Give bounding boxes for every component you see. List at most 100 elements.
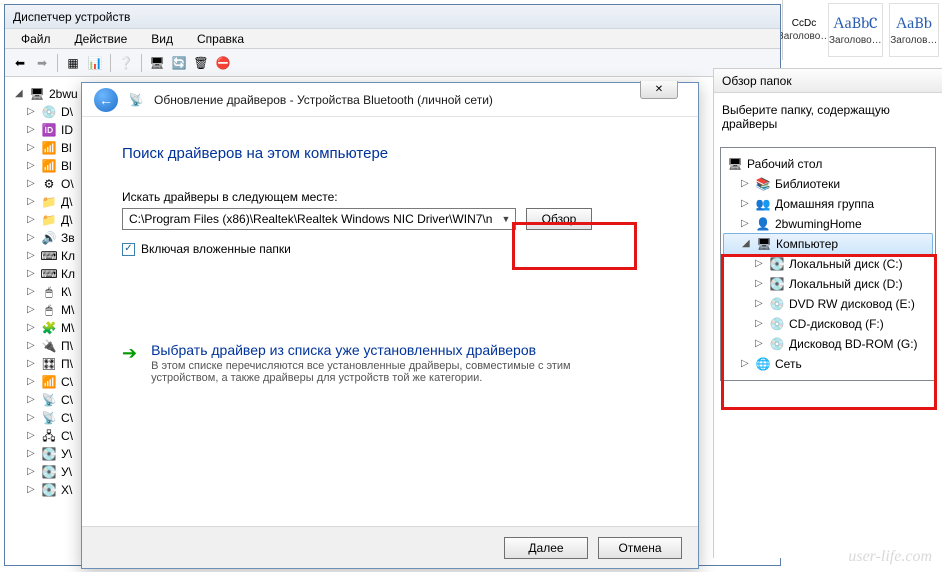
expand-icon[interactable]: ▷ — [755, 294, 765, 314]
expand-icon[interactable]: ▷ — [27, 283, 37, 301]
expand-icon[interactable]: ▷ — [27, 337, 37, 355]
folder-homegroup[interactable]: ▷👥Домашняя группа — [723, 194, 933, 214]
expand-icon[interactable]: ▷ — [27, 355, 37, 373]
expand-icon[interactable]: ▷ — [27, 373, 37, 391]
toolbar-separator — [57, 54, 58, 72]
toolbar-scan-icon[interactable]: 🖥 — [148, 54, 166, 72]
device-category-icon: 📶 — [41, 140, 57, 156]
tree-node-label: O\ — [61, 175, 74, 193]
expand-icon[interactable]: ▷ — [27, 463, 37, 481]
expand-icon[interactable]: ▷ — [27, 103, 37, 121]
back-button[interactable]: ← — [94, 88, 118, 112]
expand-icon[interactable]: ▷ — [27, 157, 37, 175]
expand-icon[interactable]: ▷ — [741, 174, 751, 194]
device-category-icon: ⌨ — [41, 266, 57, 282]
style-cell-quote[interactable]: CcDc Заголово… — [783, 0, 825, 60]
arrow-right-icon: ➔ — [122, 343, 137, 384]
expand-icon[interactable]: ▷ — [27, 139, 37, 157]
toolbar-forward-icon[interactable]: ➡ — [33, 54, 51, 72]
device-category-icon: 📶 — [41, 374, 57, 390]
tree-root-label: 2bwu — [49, 85, 78, 103]
menu-help[interactable]: Справка — [187, 30, 254, 48]
style-cell-heading1[interactable]: АаBbC Заголово… — [828, 3, 883, 57]
collapse-icon[interactable]: ◢ — [742, 234, 752, 254]
checkbox-checked-icon[interactable]: ✓ — [122, 243, 135, 256]
device-category-icon: 💽 — [41, 464, 57, 480]
close-button[interactable]: ✕ — [640, 81, 678, 99]
expand-icon[interactable]: ▷ — [27, 229, 37, 247]
pick-from-list-link[interactable]: ➔ Выбрать драйвер из списка уже установл… — [122, 342, 658, 384]
folder-dvd-rw[interactable]: ▷💿DVD RW дисковод (E:) — [723, 294, 933, 314]
menu-action[interactable]: Действие — [65, 30, 138, 48]
tree-node-label: С\ — [61, 409, 73, 427]
menu-view[interactable]: Вид — [141, 30, 183, 48]
chevron-down-icon[interactable]: ▼ — [499, 211, 513, 227]
folder-libraries[interactable]: ▷📚Библиотеки — [723, 174, 933, 194]
folder-disk-d[interactable]: ▷💽Локальный диск (D:) — [723, 274, 933, 294]
toolbar-update-icon[interactable]: 🔄 — [170, 54, 188, 72]
toolbar-help-icon[interactable]: ❔ — [117, 54, 135, 72]
folder-network[interactable]: ▷🌐Сеть — [723, 354, 933, 374]
next-button[interactable]: Далее — [504, 537, 588, 559]
device-category-icon: ⚙ — [41, 176, 57, 192]
device-category-icon: 📁 — [41, 194, 57, 210]
expand-icon[interactable]: ▷ — [27, 427, 37, 445]
style-label: Заголов… — [890, 35, 937, 46]
expand-icon[interactable]: ▷ — [27, 193, 37, 211]
browse-button[interactable]: Обзор — [526, 208, 592, 230]
window-titlebar[interactable]: Диспетчер устройств — [5, 5, 780, 29]
folder-user[interactable]: ▷👤2bwumingHome — [723, 214, 933, 234]
expand-icon[interactable]: ▷ — [27, 481, 37, 499]
expand-icon[interactable]: ▷ — [755, 254, 765, 274]
include-subfolders-label: Включая вложенные папки — [141, 242, 291, 256]
toolbar-back-icon[interactable]: ⬅ — [11, 54, 29, 72]
dialog-title: Обновление драйверов - Устройства Blueto… — [154, 93, 493, 107]
device-category-icon: 💽 — [41, 446, 57, 462]
folder-label: Рабочий стол — [747, 154, 822, 174]
expand-icon[interactable]: ▷ — [27, 211, 37, 229]
expand-icon[interactable]: ▷ — [27, 445, 37, 463]
expand-icon[interactable]: ▷ — [27, 247, 37, 265]
drive-icon: 💽 — [769, 256, 785, 272]
folder-label: Дисковод BD-ROM (G:) — [789, 334, 918, 354]
expand-icon[interactable]: ▷ — [27, 301, 37, 319]
folder-bd[interactable]: ▷💿Дисковод BD-ROM (G:) — [723, 334, 933, 354]
folder-desktop[interactable]: 🖥Рабочий стол — [723, 154, 933, 174]
expand-icon[interactable]: ▷ — [755, 274, 765, 294]
expand-icon[interactable]: ▷ — [741, 214, 751, 234]
device-category-icon: 🖧 — [41, 428, 57, 444]
toolbar-uninstall-icon[interactable]: 🗑 — [192, 54, 210, 72]
tree-node-label: С\ — [61, 391, 73, 409]
expand-icon[interactable]: ▷ — [741, 354, 751, 374]
expand-icon[interactable]: ▷ — [755, 334, 765, 354]
expand-icon[interactable]: ▷ — [27, 319, 37, 337]
pick-from-list-title: Выбрать драйвер из списка уже установлен… — [151, 342, 631, 358]
expand-icon[interactable]: ▷ — [27, 391, 37, 409]
cancel-button[interactable]: Отмена — [598, 537, 682, 559]
path-combobox[interactable]: C:\Program Files (x86)\Realtek\Realtek W… — [122, 208, 516, 230]
tree-node-label: Д\ — [61, 193, 72, 211]
toolbar-show-hidden-icon[interactable]: ▦ — [64, 54, 82, 72]
toolbar-view-icon[interactable]: 📊 — [86, 54, 104, 72]
folder-computer[interactable]: ◢🖥Компьютер — [723, 233, 933, 255]
folder-cd[interactable]: ▷💿CD-дисковод (F:) — [723, 314, 933, 334]
folder-label: Локальный диск (C:) — [789, 254, 903, 274]
include-subfolders-row[interactable]: ✓ Включая вложенные папки — [122, 242, 658, 256]
path-row: C:\Program Files (x86)\Realtek\Realtek W… — [122, 208, 658, 230]
collapse-icon[interactable]: ◢ — [15, 85, 25, 103]
folder-disk-c[interactable]: ▷💽Локальный диск (C:) — [723, 254, 933, 274]
device-category-icon: 📁 — [41, 212, 57, 228]
expand-icon[interactable]: ▷ — [27, 175, 37, 193]
optical-drive-icon: 💿 — [769, 316, 785, 332]
folder-tree[interactable]: 🖥Рабочий стол ▷📚Библиотеки ▷👥Домашняя гр… — [720, 147, 936, 381]
style-cell-heading2[interactable]: АаBb Заголов… — [889, 3, 939, 57]
expand-icon[interactable]: ▷ — [27, 121, 37, 139]
expand-icon[interactable]: ▷ — [27, 265, 37, 283]
menu-file[interactable]: Файл — [11, 30, 61, 48]
toolbar-disable-icon[interactable]: ⛔ — [214, 54, 232, 72]
expand-icon[interactable]: ▷ — [27, 409, 37, 427]
expand-icon[interactable]: ▷ — [755, 314, 765, 334]
expand-icon[interactable]: ▷ — [741, 194, 751, 214]
homegroup-icon: 👥 — [755, 196, 771, 212]
tree-node-label: Зв — [61, 229, 75, 247]
